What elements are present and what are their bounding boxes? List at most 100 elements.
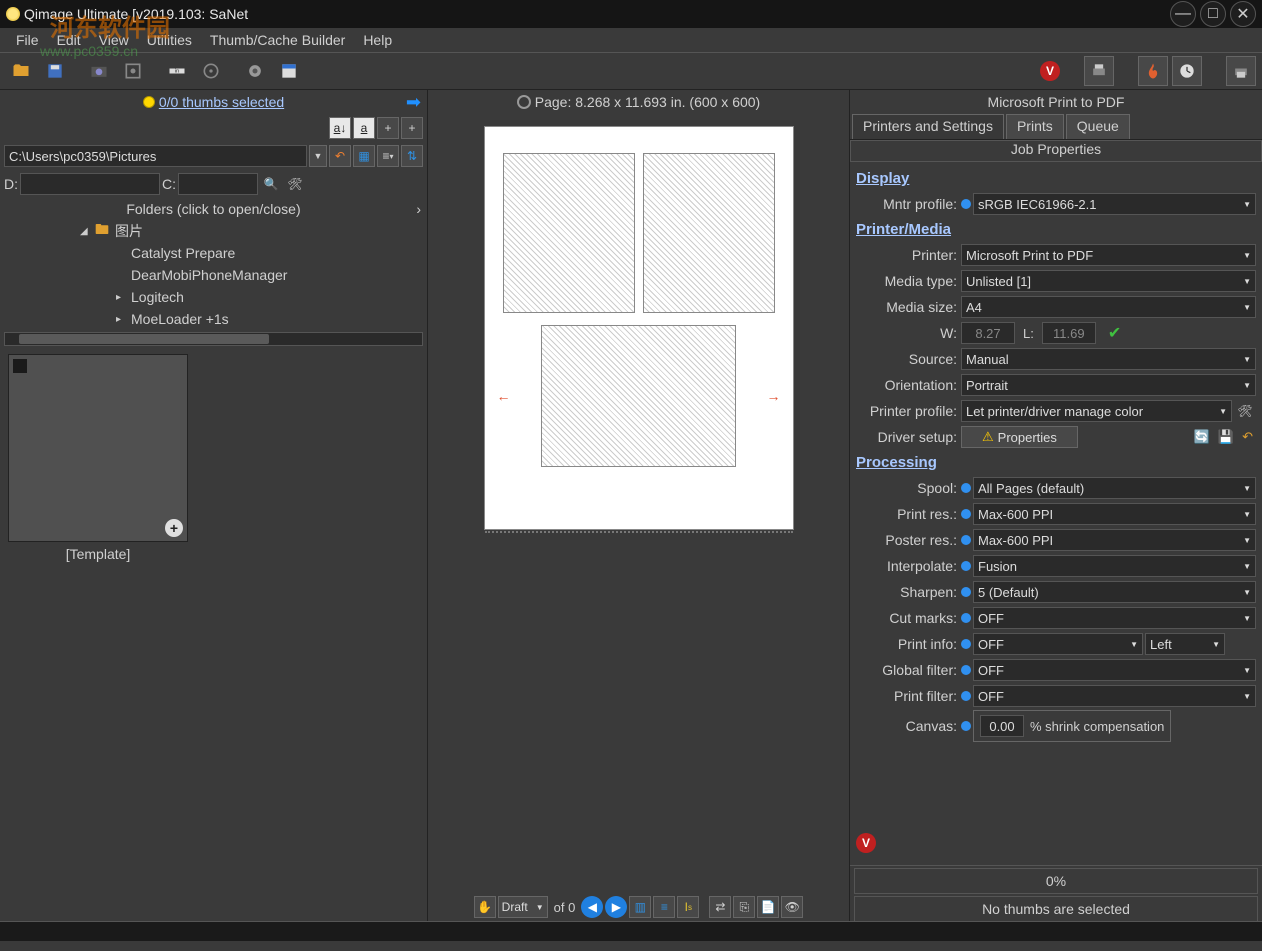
info-dot-icon[interactable] (961, 483, 971, 493)
info-dot-icon[interactable] (961, 199, 971, 209)
menu-view[interactable]: View (91, 30, 137, 50)
info-dot-icon[interactable] (961, 535, 971, 545)
eye-icon[interactable]: 👁 (781, 896, 803, 918)
save-icon[interactable] (40, 56, 70, 86)
hand-icon[interactable]: ✋ (474, 896, 496, 918)
info-dot-icon[interactable] (961, 587, 971, 597)
view-grid-icon[interactable]: ▦ (353, 145, 375, 167)
cut-marks-combo[interactable]: OFF▼ (973, 607, 1256, 629)
print-res-combo[interactable]: Max-600 PPI▼ (973, 503, 1256, 525)
print-info-combo[interactable]: OFF▼ (973, 633, 1143, 655)
layout-cell[interactable] (541, 325, 737, 467)
swap-icon[interactable]: ⇄ (709, 896, 731, 918)
length-input[interactable] (1042, 322, 1096, 344)
menu-file[interactable]: File (8, 30, 47, 50)
close-button[interactable]: ✕ (1230, 1, 1256, 27)
binoculars-icon[interactable]: 🔍 (260, 173, 282, 195)
path-dropdown-icon[interactable]: ▼ (309, 145, 327, 167)
check-icon[interactable]: ✔ (1108, 323, 1121, 343)
ruler-icon[interactable]: in (162, 56, 192, 86)
thumbs-selected-link[interactable]: 0/0 thumbs selected (159, 94, 284, 110)
flame-icon[interactable] (1138, 56, 1168, 86)
copy-icon[interactable]: ⎘ (733, 896, 755, 918)
draft-combo[interactable]: Draft▼ (498, 896, 548, 918)
add2-button[interactable]: + (401, 117, 423, 139)
arrow-right-icon[interactable]: ➡ (406, 92, 421, 113)
layout-cell[interactable] (643, 153, 775, 313)
drive-c-input[interactable] (178, 173, 258, 195)
undo-icon[interactable]: ↶ (1242, 429, 1253, 445)
tab-queue[interactable]: Queue (1066, 114, 1130, 139)
orientation-combo[interactable]: Portrait▼ (961, 374, 1256, 396)
tab-prints[interactable]: Prints (1006, 114, 1064, 139)
tree-root[interactable]: 图片 (115, 221, 143, 241)
rows-icon[interactable]: ≡ (653, 896, 675, 918)
menu-thumb-cache[interactable]: Thumb/Cache Builder (202, 30, 353, 50)
spool-combo[interactable]: All Pages (default)▼ (973, 477, 1256, 499)
printer2-icon[interactable] (1226, 56, 1256, 86)
drive-d-input[interactable] (20, 173, 160, 195)
back-arrow-icon[interactable]: ↶ (329, 145, 351, 167)
sharpen-combo[interactable]: 5 (Default)▼ (973, 581, 1256, 603)
tree-item[interactable]: Logitech (131, 289, 184, 305)
v-badge2-icon[interactable]: V (856, 833, 876, 853)
tree-expand-icon[interactable]: ▸ (116, 292, 125, 303)
wrench-icon[interactable]: 🛠 (1234, 400, 1256, 422)
open-folder-icon[interactable] (6, 56, 36, 86)
template-thumbnail[interactable]: + (8, 354, 188, 542)
media-type-combo[interactable]: Unlisted [1]▼ (961, 270, 1256, 292)
mntr-profile-combo[interactable]: sRGB IEC61966-2.1▼ (973, 193, 1256, 215)
plus-circle-icon[interactable]: + (165, 519, 183, 537)
refresh-icon[interactable]: 🔄 (1194, 429, 1210, 445)
page-preview[interactable]: ← → (484, 126, 794, 530)
camera-icon[interactable] (84, 56, 114, 86)
poster-res-combo[interactable]: Max-600 PPI▼ (973, 529, 1256, 551)
info-dot-icon[interactable] (961, 721, 971, 731)
prev-page-icon[interactable]: ◀ (581, 896, 603, 918)
info-dot-icon[interactable] (961, 691, 971, 701)
clock-icon[interactable] (1172, 56, 1202, 86)
tree-collapse-icon[interactable]: ◢ (80, 226, 89, 237)
minimize-button[interactable]: — (1170, 1, 1196, 27)
section-printer[interactable]: Printer/Media (854, 217, 1256, 242)
tree-item[interactable]: MoeLoader +1s (131, 311, 229, 327)
menu-edit[interactable]: Edit (49, 30, 89, 50)
source-combo[interactable]: Manual▼ (961, 348, 1256, 370)
v-badge-icon[interactable]: V (1040, 61, 1060, 81)
layout-cell[interactable] (503, 153, 635, 313)
tree-item[interactable]: Catalyst Prepare (131, 245, 235, 261)
tree-item[interactable]: DearMobiPhoneManager (131, 267, 287, 283)
next-page-icon[interactable]: ▶ (605, 896, 627, 918)
list-menu-icon[interactable]: ≡▾ (377, 145, 399, 167)
cursor-text-icon[interactable]: Is (677, 896, 699, 918)
maximize-button[interactable]: □ (1200, 1, 1226, 27)
tree-scrollbar[interactable] (4, 332, 423, 346)
folders-header[interactable]: Folders (click to open/close) › (0, 198, 427, 220)
tools-icon[interactable]: 🛠 (284, 173, 306, 195)
screenshot-icon[interactable] (118, 56, 148, 86)
width-input[interactable] (961, 322, 1015, 344)
tree-expand-icon[interactable]: ▸ (116, 314, 125, 325)
menu-utilities[interactable]: Utilities (139, 30, 200, 50)
canvas-input[interactable] (980, 715, 1024, 737)
global-filter-combo[interactable]: OFF▼ (973, 659, 1256, 681)
add-button[interactable]: + (377, 117, 399, 139)
panel-icon[interactable] (274, 56, 304, 86)
doc-icon[interactable]: ▥ (629, 896, 651, 918)
info-dot-icon[interactable] (961, 639, 971, 649)
print-filter-combo[interactable]: OFF▼ (973, 685, 1256, 707)
menu-help[interactable]: Help (355, 30, 400, 50)
path-input[interactable] (4, 145, 307, 167)
tab-printers-settings[interactable]: Printers and Settings (852, 114, 1004, 139)
print-info-side-combo[interactable]: Left▼ (1145, 633, 1225, 655)
printer-combo[interactable]: Microsoft Print to PDF▼ (961, 244, 1256, 266)
info-dot-icon[interactable] (961, 509, 971, 519)
filter-a1-button[interactable]: a↓ (329, 117, 351, 139)
print-icon[interactable] (1084, 56, 1114, 86)
section-processing[interactable]: Processing (854, 450, 1256, 475)
info-dot-icon[interactable] (961, 561, 971, 571)
filter-a2-button[interactable]: a (353, 117, 375, 139)
section-display[interactable]: Display (854, 166, 1256, 191)
media-size-combo[interactable]: A4▼ (961, 296, 1256, 318)
printer-profile-combo[interactable]: Let printer/driver manage color▼ (961, 400, 1232, 422)
